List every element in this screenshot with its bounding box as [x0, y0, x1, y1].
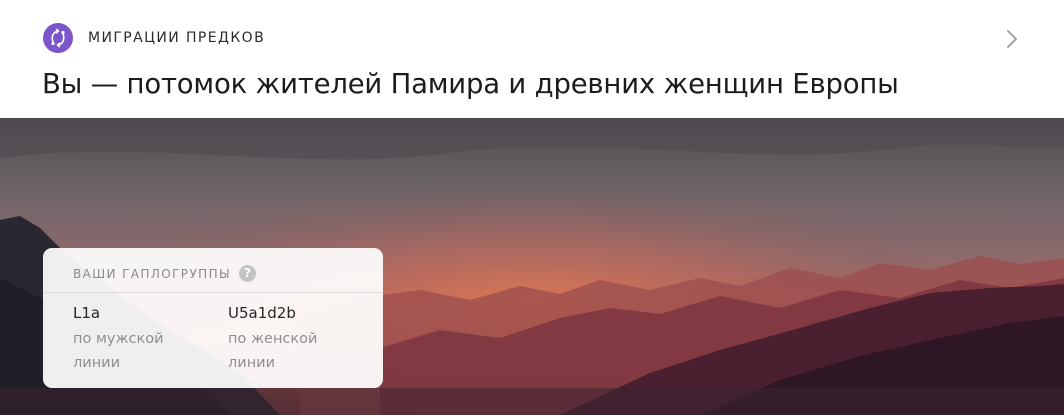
haplogroup-value: L1a [73, 304, 101, 322]
haplogroups-panel: ВАШИ ГАПЛОГРУППЫ ? L1a по мужской линии … [43, 248, 383, 388]
haplogroup-description: по мужской линии [73, 331, 164, 371]
haplogroup-description: по женской линии [228, 331, 318, 371]
card-header[interactable]: МИГРАЦИИ ПРЕДКОВ Вы — потомок жителей Па… [0, 0, 1064, 118]
card-title: Вы — потомок жителей Памира и древних же… [42, 68, 899, 100]
ancestor-migrations-card: МИГРАЦИИ ПРЕДКОВ Вы — потомок жителей Па… [0, 0, 1064, 415]
divider [43, 292, 383, 293]
haplogroup-value: U5a1d2b [228, 304, 296, 322]
category-label: МИГРАЦИИ ПРЕДКОВ [88, 30, 266, 46]
migration-arrows-icon [43, 23, 73, 53]
haplogroup-paternal: L1a по мужской линии [73, 303, 183, 375]
haplogroups-label: ВАШИ ГАПЛОГРУППЫ [73, 267, 231, 281]
chevron-right-icon[interactable] [1003, 27, 1023, 51]
hero-image: ВАШИ ГАПЛОГРУППЫ ? L1a по мужской линии … [0, 118, 1064, 415]
haplogroup-maternal: U5a1d2b по женской линии [228, 303, 338, 375]
question-icon[interactable]: ? [239, 265, 256, 282]
